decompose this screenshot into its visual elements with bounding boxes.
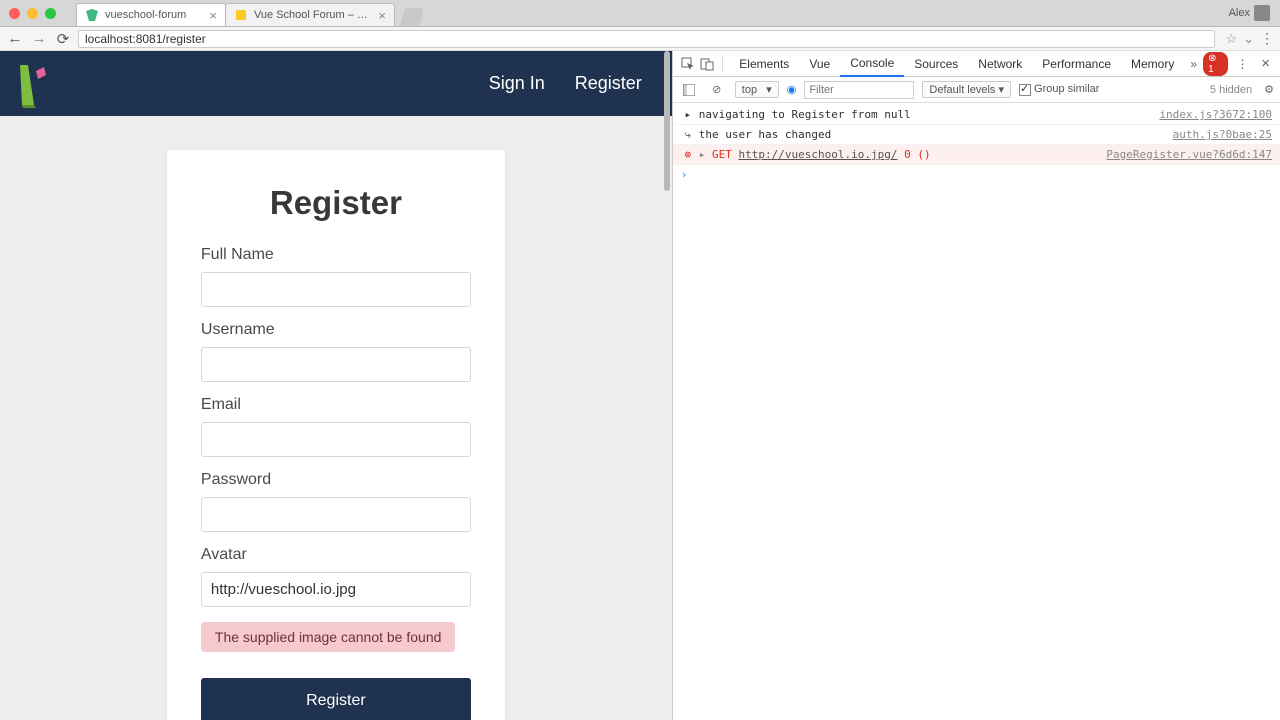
- minimize-window-icon[interactable]: [27, 8, 38, 19]
- username-input[interactable]: [201, 347, 471, 382]
- new-tab-button[interactable]: [400, 8, 424, 26]
- log-message: ▸ GET http://vueschool.io.jpg/ 0 (): [695, 147, 1099, 162]
- log-source-link[interactable]: PageRegister.vue?6d6d:147: [1106, 147, 1272, 162]
- nav-register-link[interactable]: Register: [575, 73, 642, 94]
- address-bar[interactable]: localhost:8081/register: [78, 30, 1215, 48]
- console-output: ▸ navigating to Register from null index…: [673, 103, 1280, 720]
- window-controls: [9, 8, 56, 19]
- favicon-icon: [85, 8, 99, 22]
- hidden-count[interactable]: 5 hidden: [1210, 84, 1252, 96]
- viewport-split: Sign In Register Register Full Name User…: [0, 51, 1280, 720]
- console-settings-icon[interactable]: ⚙: [1264, 83, 1274, 96]
- avatar-input[interactable]: [201, 572, 471, 607]
- close-window-icon[interactable]: [9, 8, 20, 19]
- fullname-input[interactable]: [201, 272, 471, 307]
- tab-title: Vue School Forum – Databas: [254, 9, 374, 21]
- forward-button: →: [30, 30, 48, 47]
- eye-icon[interactable]: ◉: [787, 83, 797, 96]
- more-tabs-icon[interactable]: »: [1184, 54, 1203, 74]
- log-message: the user has changed: [695, 127, 1165, 142]
- register-submit-button[interactable]: Register: [201, 678, 471, 720]
- reload-button[interactable]: ⟳: [54, 30, 72, 48]
- devtools-tab-console[interactable]: Console: [840, 52, 904, 77]
- devtools-panel: Elements Vue Console Sources Network Per…: [672, 51, 1280, 720]
- profile-badge[interactable]: Alex: [1229, 5, 1270, 21]
- app-page: Sign In Register Register Full Name User…: [0, 51, 672, 720]
- browser-toolbar: ← → ⟳ localhost:8081/register ☆ ⌄ ⋮: [0, 27, 1280, 51]
- browser-tab-1[interactable]: vueschool-forum ×: [76, 3, 226, 26]
- console-filter-input[interactable]: [804, 81, 914, 99]
- error-count-badge[interactable]: ⊗ 1: [1203, 52, 1228, 76]
- devtools-tab-elements[interactable]: Elements: [729, 51, 799, 76]
- fullname-label: Full Name: [201, 246, 471, 264]
- devtools-tab-sources[interactable]: Sources: [904, 51, 968, 76]
- password-input[interactable]: [201, 497, 471, 532]
- devtools-tab-network[interactable]: Network: [968, 51, 1032, 76]
- bookmark-icon[interactable]: ☆: [1225, 31, 1237, 47]
- email-input[interactable]: [201, 422, 471, 457]
- console-toolbar: ⊘ top ▾ ◉ Default levels ▾ Group similar…: [673, 77, 1280, 103]
- devtools-menu-icon[interactable]: ⋮: [1234, 54, 1251, 74]
- devtools-tab-performance[interactable]: Performance: [1032, 51, 1121, 76]
- console-error-row: ⊗ ▸ GET http://vueschool.io.jpg/ 0 () Pa…: [673, 145, 1280, 165]
- tab-strip: vueschool-forum × Vue School Forum – Dat…: [76, 0, 424, 26]
- avatar-error-message: The supplied image cannot be found: [201, 622, 456, 652]
- context-dropdown[interactable]: top ▾: [735, 81, 779, 98]
- username-label: Username: [201, 321, 471, 339]
- log-message: navigating to Register from null: [695, 107, 1152, 122]
- tab-title: vueschool-forum: [105, 9, 205, 21]
- log-icon: ⤷: [681, 127, 695, 142]
- log-icon: ▸: [681, 107, 695, 122]
- devtools-tab-memory[interactable]: Memory: [1121, 51, 1184, 76]
- scrollbar-thumb[interactable]: [664, 51, 670, 191]
- browser-titlebar: vueschool-forum × Vue School Forum – Dat…: [0, 0, 1280, 27]
- app-navbar: Sign In Register: [0, 51, 672, 116]
- back-button[interactable]: ←: [6, 30, 24, 47]
- zoom-window-icon[interactable]: [45, 8, 56, 19]
- url-text: localhost:8081/register: [85, 32, 206, 46]
- profile-avatar-icon: [1254, 5, 1270, 21]
- group-similar-checkbox[interactable]: Group similar: [1019, 83, 1099, 95]
- tab-close-icon[interactable]: ×: [209, 8, 217, 23]
- avatar-label: Avatar: [201, 546, 471, 564]
- clear-console-icon[interactable]: ⊘: [707, 80, 727, 100]
- profile-name: Alex: [1229, 7, 1250, 19]
- favicon-icon: [234, 8, 248, 22]
- log-source-link[interactable]: index.js?3672:100: [1159, 107, 1272, 122]
- log-levels-dropdown[interactable]: Default levels ▾: [922, 81, 1011, 98]
- pocket-icon[interactable]: ⌄: [1243, 31, 1254, 47]
- password-label: Password: [201, 471, 471, 489]
- console-log-row: ▸ navigating to Register from null index…: [673, 105, 1280, 125]
- console-prompt[interactable]: [673, 165, 1280, 184]
- browser-tab-2[interactable]: Vue School Forum – Databas ×: [225, 3, 395, 26]
- app-logo-icon[interactable]: [14, 61, 54, 109]
- register-card: Register Full Name Username Email Passwo…: [167, 150, 505, 720]
- device-toolbar-icon[interactable]: [698, 54, 717, 74]
- log-source-link[interactable]: auth.js?0bae:25: [1173, 127, 1272, 142]
- error-icon: ⊗: [681, 147, 695, 162]
- console-log-row: ⤷ the user has changed auth.js?0bae:25: [673, 125, 1280, 145]
- devtools-tabbar: Elements Vue Console Sources Network Per…: [673, 51, 1280, 77]
- devtools-close-icon[interactable]: ×: [1257, 55, 1274, 72]
- tab-close-icon[interactable]: ×: [378, 8, 386, 23]
- devtools-tab-vue[interactable]: Vue: [799, 51, 840, 76]
- nav-signin-link[interactable]: Sign In: [489, 73, 545, 94]
- inspect-element-icon[interactable]: [679, 54, 698, 74]
- page-title: Register: [201, 184, 471, 222]
- browser-menu-icon[interactable]: ⋮: [1260, 30, 1274, 47]
- email-label: Email: [201, 396, 471, 414]
- console-sidebar-icon[interactable]: [679, 80, 699, 100]
